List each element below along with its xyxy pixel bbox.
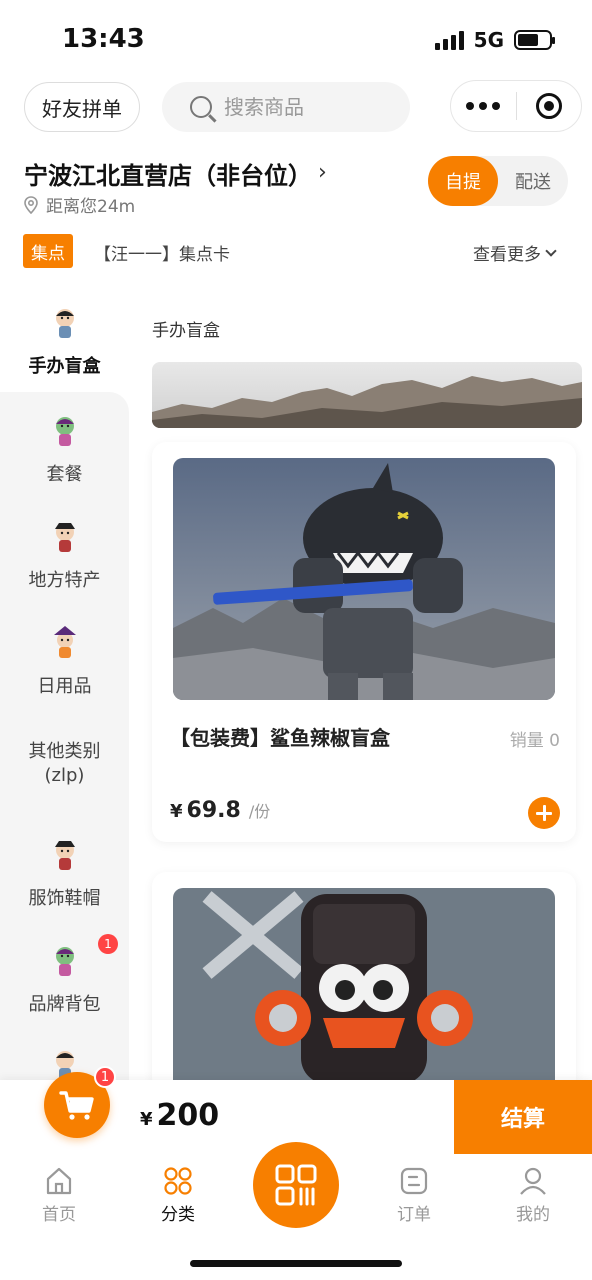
category-banner-image bbox=[152, 362, 582, 428]
order-icon bbox=[399, 1166, 429, 1196]
search-bar[interactable] bbox=[162, 82, 410, 132]
product-image-shark[interactable] bbox=[173, 458, 555, 700]
category-badge: 1 bbox=[98, 934, 118, 954]
friend-group-button[interactable]: 好友拼单 bbox=[24, 82, 140, 132]
product-card[interactable]: 【包装费】鲨鱼辣椒盲盒 销量 0 ¥ 69.8 /份 bbox=[152, 442, 576, 842]
sidebar-item-label: 服饰鞋帽 bbox=[28, 888, 101, 909]
search-input[interactable] bbox=[224, 95, 384, 119]
tab-category[interactable]: 分类 bbox=[138, 1166, 218, 1225]
sidebar-item-sublabel: (zlp) bbox=[44, 765, 85, 786]
distance-text: 距离您24m bbox=[46, 197, 136, 217]
see-more-link[interactable]: 查看更多 bbox=[473, 240, 557, 265]
sidebar-item-combo[interactable]: 套餐 bbox=[0, 414, 129, 486]
product-card[interactable] bbox=[152, 872, 576, 1092]
total-currency: ¥ bbox=[140, 1109, 153, 1130]
status-time: 13:43 bbox=[62, 24, 145, 54]
delivery-mode-switch: 自提 配送 bbox=[428, 156, 568, 206]
qr-code-icon bbox=[275, 1164, 317, 1206]
stamp-badge: 集点 bbox=[23, 234, 73, 268]
pickup-mode-button[interactable]: 自提 bbox=[428, 156, 498, 206]
sidebar-item-local-specialty[interactable]: 地方特产 bbox=[0, 520, 129, 592]
sidebar-item-brand-bags[interactable]: 品牌背包 bbox=[0, 944, 129, 1016]
total-amount: 200 bbox=[156, 1098, 220, 1133]
see-more-label: 查看更多 bbox=[473, 245, 541, 265]
sidebar-item-other[interactable]: 其他类别 (zlp) bbox=[0, 740, 129, 788]
sidebar-item-label: 品牌背包 bbox=[28, 994, 101, 1015]
store-name[interactable]: 宁波江北直营店（非台位） bbox=[24, 156, 312, 191]
delivery-mode-button[interactable]: 配送 bbox=[498, 156, 568, 206]
more-icon[interactable] bbox=[451, 102, 516, 110]
home-icon bbox=[44, 1166, 74, 1196]
tab-label: 分类 bbox=[161, 1205, 195, 1225]
stamp-card-name[interactable]: 【汪一一】集点卡 bbox=[94, 240, 230, 265]
mascot-icon bbox=[50, 520, 80, 558]
mascot-icon bbox=[50, 306, 80, 344]
tab-home[interactable]: 首页 bbox=[19, 1166, 99, 1225]
sidebar-item-label: 其他类别 bbox=[28, 741, 101, 762]
miniprogram-capsule bbox=[450, 80, 582, 132]
price-currency: ¥ bbox=[170, 801, 183, 822]
mascot-icon bbox=[50, 414, 80, 452]
category-grid-icon bbox=[163, 1166, 193, 1196]
sidebar-item-label: 套餐 bbox=[46, 464, 83, 485]
sidebar-item-daily-goods[interactable]: 日用品 bbox=[0, 626, 129, 698]
product-price: ¥ 69.8 /份 bbox=[170, 798, 270, 823]
sidebar-item-label: 手办盲盒 bbox=[28, 356, 101, 377]
tab-mine[interactable]: 我的 bbox=[493, 1166, 573, 1225]
mascot-icon bbox=[50, 838, 80, 876]
signal-icon bbox=[434, 30, 464, 50]
product-name[interactable]: 【包装费】鲨鱼辣椒盲盒 bbox=[170, 722, 390, 751]
network-label: 5G bbox=[473, 28, 504, 52]
search-icon bbox=[190, 96, 212, 118]
product-sales: 销量 0 bbox=[509, 731, 560, 751]
store-distance: 距离您24m bbox=[24, 192, 135, 217]
scan-order-button[interactable] bbox=[253, 1142, 339, 1228]
close-target-icon[interactable] bbox=[517, 93, 582, 119]
cart-count-badge: 1 bbox=[94, 1066, 116, 1088]
price-unit: /份 bbox=[248, 802, 271, 821]
add-to-cart-button[interactable] bbox=[528, 797, 560, 829]
status-icons: 5G bbox=[434, 28, 555, 52]
chevron-down-icon bbox=[545, 244, 557, 257]
section-title: 手办盲盒 bbox=[152, 321, 220, 341]
tab-label: 订单 bbox=[397, 1205, 431, 1225]
sidebar-item-apparel[interactable]: 服饰鞋帽 bbox=[0, 838, 129, 910]
tab-orders[interactable]: 订单 bbox=[374, 1166, 454, 1225]
price-value: 69.8 bbox=[186, 798, 241, 823]
chevron-right-icon[interactable]: › bbox=[318, 160, 327, 185]
sidebar-item-label: 地方特产 bbox=[28, 570, 101, 591]
product-image-robot[interactable] bbox=[173, 888, 555, 1092]
cart-icon bbox=[59, 1091, 94, 1120]
home-indicator bbox=[190, 1260, 402, 1267]
user-icon bbox=[518, 1166, 548, 1196]
sidebar-item-label: 日用品 bbox=[37, 676, 92, 697]
tab-label: 首页 bbox=[42, 1205, 76, 1225]
mascot-icon bbox=[50, 944, 80, 982]
sidebar-item-figures[interactable]: 手办盲盒 bbox=[0, 306, 129, 378]
location-pin-icon bbox=[24, 195, 38, 214]
battery-icon bbox=[514, 30, 555, 50]
checkout-button[interactable]: 结算 bbox=[454, 1080, 592, 1154]
mascot-icon bbox=[50, 626, 80, 664]
cart-total: ¥ 200 bbox=[140, 1098, 219, 1133]
tab-label: 我的 bbox=[516, 1205, 550, 1225]
